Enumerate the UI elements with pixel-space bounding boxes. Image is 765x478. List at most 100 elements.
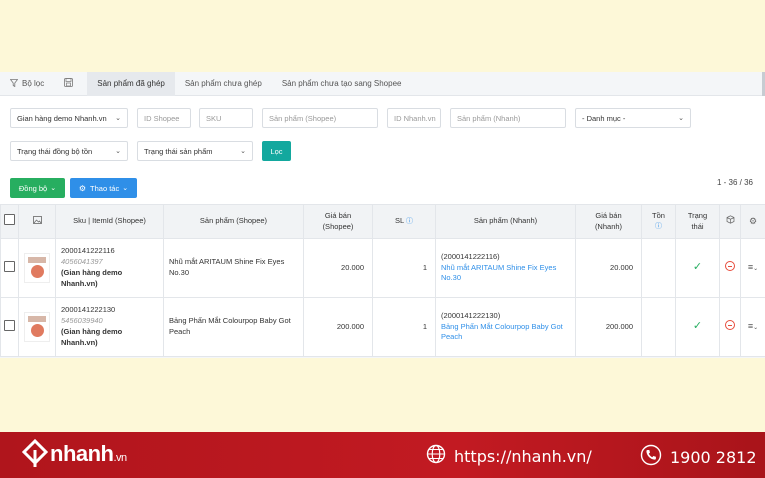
operations-button[interactable]: ⚙ Thao tác ⌄ [70,178,137,198]
sku-cell: 2000141222130 5456039940 (Gian hàng demo… [55,297,164,357]
unlink-cell[interactable] [719,238,741,298]
sku-field[interactable]: SKU [199,108,253,128]
phone-text: 1900 2812 [670,447,757,467]
header-line: Giá bán [595,211,622,221]
qty-header: SL ⓘ [372,204,436,239]
sku-value: 2000141222116 [61,246,115,256]
nhanh-code: (2000141222116) [441,251,500,261]
shopee-product-field[interactable]: Sản phẩm (Shopee) [262,108,378,128]
operations-button-label: Thao tác [90,183,120,193]
status-header: Trạng thái [675,204,720,239]
qty-cell: 1 [372,297,436,357]
pagination-count: 1 - 36 / 36 [716,178,753,187]
row-checkbox[interactable] [4,319,15,331]
status-cell: ✓ [675,297,720,357]
table-row: 2000141222116 4056041397 (Gian hàng demo… [0,238,765,298]
status-cell: ✓ [675,238,720,298]
row-select-cell[interactable] [0,238,19,298]
brand-logo: nhanh.vn [21,438,127,469]
filter-icon [9,78,19,89]
hotline[interactable]: 1900 2812 [640,444,757,470]
row-select-cell[interactable] [0,297,19,357]
shopee-price-cell: 200.000 [303,297,373,357]
item-id-value: 5456039940 [61,316,103,326]
product-thumbnail-cell [18,238,56,298]
header-line: SL [395,216,404,226]
unlink-cell[interactable] [719,297,741,357]
phone-icon [640,444,670,470]
nhanh-product-link[interactable]: Bảng Phấn Mắt Colourpop Baby Got Peach [441,322,575,344]
menu-icon[interactable]: ≡⌄ [748,321,758,331]
stock-header: Tồn ⓘ [641,204,676,239]
select-all-cell[interactable] [0,204,19,239]
tab-matched-products[interactable]: Sản phẩm đã ghép [87,72,175,96]
help-icon[interactable]: ⓘ [406,218,413,225]
tab-not-created-shopee[interactable]: Sản phẩm chưa tạo sang Shopee [272,72,412,96]
nhanh-product-cell: (2000141222116) Nhũ mắt ARITAUM Shine Fi… [435,238,576,298]
nhanh-product-field[interactable]: Sản phẩm (Nhanh) [450,108,566,128]
product-status-select[interactable]: Trạng thái sản phẩm ⌄ [137,141,253,161]
item-id-value: 4056041397 [61,257,103,267]
tab-unmatched-products[interactable]: Sản phẩm chưa ghép [175,72,272,96]
select-all-checkbox[interactable] [4,214,15,226]
shopee-product-cell: Bảng Phấn Mắt Colourpop Baby Got Peach [163,297,304,357]
nhanh-product-header: Sản phẩm (Nhanh) [435,204,576,239]
save-icon [64,78,74,89]
sku-value: 2000141222130 [61,305,116,315]
brand-name: nhanh.vn [50,441,127,467]
header-line: (Shopee) [322,221,354,231]
nhanh-logo-icon [21,438,49,469]
product-thumbnail[interactable] [24,312,50,342]
row-menu-cell[interactable]: ≡⌄ [740,238,765,298]
store-name: (Gian hàng demo [61,268,123,277]
stock-cell [641,297,676,357]
check-icon: ✓ [692,261,703,274]
shopee-price-header: Giá bán (Shopee) [303,204,373,239]
filter-panel: Gian hàng demo Nhanh.vn ⌄ ID Shopee SKU … [0,96,765,210]
box-icon [726,215,735,226]
shopee-id-field[interactable]: ID Shopee [137,108,191,128]
sku-cell: 2000141222116 4056041397 (Gian hàng demo… [55,238,164,298]
nhanh-id-field[interactable]: ID Nhanh.vn [387,108,441,128]
table-row: 2000141222130 5456039940 (Gian hàng demo… [0,297,765,357]
shopee-price-cell: 20.000 [303,238,373,298]
nhanh-price-header: Giá bán (Nhanh) [575,204,642,239]
tab-filter[interactable]: Bộ lọc [0,72,54,96]
row-checkbox[interactable] [4,260,15,272]
menu-icon[interactable]: ≡⌄ [748,262,758,272]
store-select-value: Gian hàng demo Nhanh.vn [17,113,107,123]
row-menu-cell[interactable]: ≡⌄ [740,297,765,357]
check-icon: ✓ [692,320,703,333]
tab-save[interactable] [54,72,87,96]
image-header [18,204,56,239]
sync-status-select[interactable]: Trạng thái đồng bộ tồn ⌄ [10,141,128,161]
app-window: Bộ lọc Sản phẩm đã ghép Sản phẩm chưa gh… [0,72,765,358]
shopee-product-header: Sản phẩm (Shopee) [163,204,304,239]
globe-icon [426,444,454,468]
header-line: Trạng [687,211,708,221]
nhanh-product-placeholder: Sản phẩm (Nhanh) [457,113,521,123]
tab-matched-label: Sản phẩm đã ghép [97,79,165,88]
nhanh-price-cell: 200.000 [575,297,642,357]
help-icon[interactable]: ⓘ [655,223,662,230]
footer-banner: nhanh.vn https://nhanh.vn/ 1900 2812 [0,432,765,478]
tab-filter-label: Bộ lọc [22,79,45,88]
box-header [719,204,741,239]
website-link[interactable]: https://nhanh.vn/ [426,444,592,468]
nhanh-code: (2000141222130) [441,310,501,320]
brand-suffix: .vn [113,452,128,464]
unlink-icon[interactable] [725,320,735,331]
gear-icon[interactable]: ⚙ [749,216,757,226]
nhanh-product-link[interactable]: Nhũ mắt ARITAUM Shine Fix Eyes No.30 [441,263,575,285]
settings-header[interactable]: ⚙ [740,204,765,239]
category-select-value: - Danh mục - [582,113,626,123]
category-select[interactable]: - Danh mục - ⌄ [575,108,691,128]
filter-button[interactable]: Lọc [262,141,291,161]
tab-not-created-label: Sản phẩm chưa tạo sang Shopee [281,79,402,88]
store-select[interactable]: Gian hàng demo Nhanh.vn ⌄ [10,108,128,128]
sync-button[interactable]: Đồng bộ ⌄ [10,178,65,198]
nhanh-price-cell: 20.000 [575,238,642,298]
unlink-icon[interactable] [725,261,735,272]
product-thumbnail[interactable] [24,253,50,283]
header-line: Giá bán [324,211,352,221]
